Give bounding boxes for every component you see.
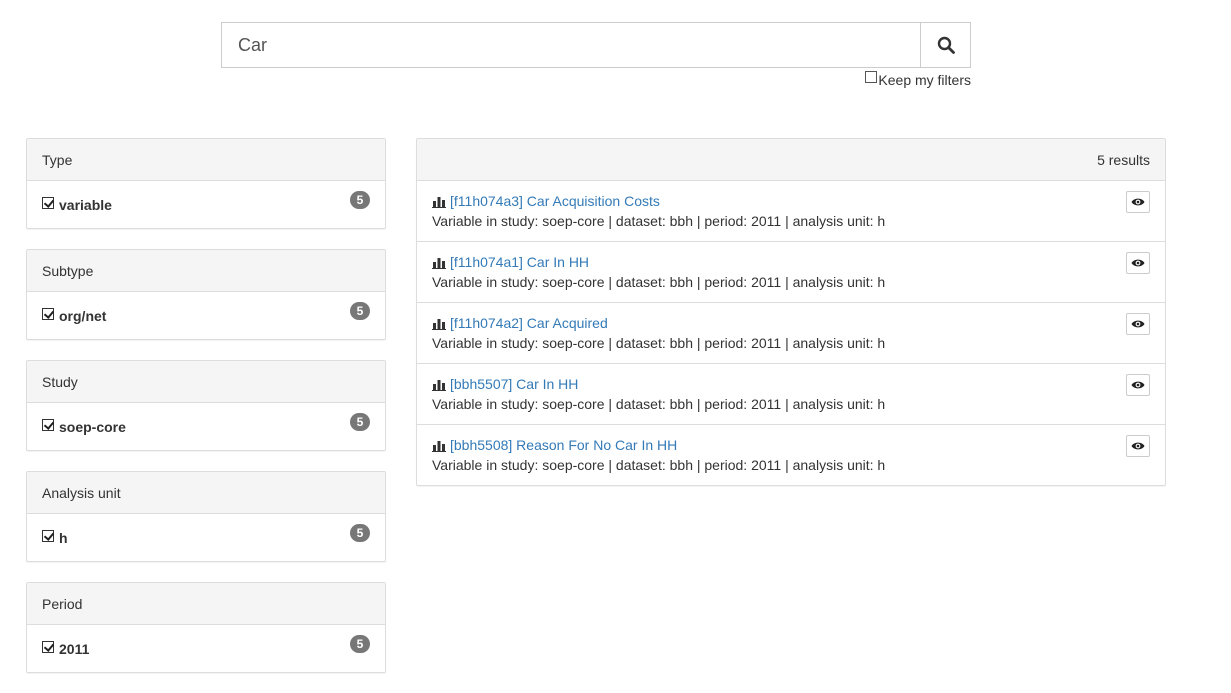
facet-heading: Study	[27, 361, 385, 403]
result-link[interactable]: [f11h074a1] Car In HH	[450, 254, 589, 270]
result-title: [f11h074a1] Car In HH	[432, 252, 1150, 272]
result-item: [bbh5507] Car In HH Variable in study: s…	[417, 364, 1165, 425]
bar-chart-icon	[432, 258, 446, 269]
search-input[interactable]	[221, 22, 920, 68]
result-title: [f11h074a2] Car Acquired	[432, 313, 1150, 333]
count-badge: 5	[350, 191, 370, 209]
result-item: [f11h074a3] Car Acquisition Costs Variab…	[417, 181, 1165, 242]
preview-button[interactable]	[1126, 374, 1150, 396]
eye-icon	[1131, 320, 1145, 328]
result-link[interactable]: [f11h074a3] Car Acquisition Costs	[450, 193, 660, 209]
facet-option[interactable]: variable 5	[27, 181, 385, 228]
count-badge: 5	[350, 524, 370, 542]
facet-heading: Period	[27, 583, 385, 625]
eye-icon	[1131, 381, 1145, 389]
facet-option[interactable]: org/net 5	[27, 292, 385, 339]
facet-option-label: 2011	[59, 640, 90, 657]
facet-heading: Analysis unit	[27, 472, 385, 514]
search-button[interactable]	[920, 22, 971, 68]
count-badge: 5	[350, 302, 370, 320]
result-description: Variable in study: soep-core | dataset: …	[432, 396, 886, 412]
bar-chart-icon	[432, 319, 446, 330]
preview-button[interactable]	[1126, 252, 1150, 274]
facet-option-label: soep-core	[59, 418, 126, 435]
facet-option-label: org/net	[59, 307, 107, 324]
facet-option[interactable]: soep-core 5	[27, 403, 385, 450]
preview-button[interactable]	[1126, 435, 1150, 457]
facet-panel-type: Type variable 5	[26, 138, 386, 229]
results-count: 5 results	[417, 139, 1165, 181]
count-badge: 5	[350, 635, 370, 653]
result-item: [bbh5508] Reason For No Car In HH Variab…	[417, 425, 1165, 485]
search-icon	[937, 36, 955, 54]
search-bar	[221, 22, 971, 68]
result-description: Variable in study: soep-core | dataset: …	[432, 457, 886, 473]
facet-panel-analysis-unit: Analysis unit h 5	[26, 471, 386, 562]
bar-chart-icon	[432, 380, 446, 391]
facet-checkbox[interactable]	[42, 529, 54, 542]
keep-filters-toggle[interactable]: Keep my filters	[865, 71, 971, 88]
preview-button[interactable]	[1126, 313, 1150, 335]
eye-icon	[1131, 259, 1145, 267]
facet-panel-study: Study soep-core 5	[26, 360, 386, 451]
facet-panel-subtype: Subtype org/net 5	[26, 249, 386, 340]
bar-chart-icon	[432, 197, 446, 208]
result-title: [bbh5508] Reason For No Car In HH	[432, 435, 1150, 455]
result-link[interactable]: [f11h074a2] Car Acquired	[450, 315, 608, 331]
eye-icon	[1131, 198, 1145, 206]
count-badge: 5	[350, 413, 370, 431]
facet-checkbox[interactable]	[42, 196, 54, 209]
facet-option[interactable]: 2011 5	[27, 625, 385, 672]
result-link[interactable]: [bbh5507] Car In HH	[450, 376, 578, 392]
result-link[interactable]: [bbh5508] Reason For No Car In HH	[450, 437, 677, 453]
facet-heading: Subtype	[27, 250, 385, 292]
search-area: Keep my filters	[221, 22, 971, 88]
facet-option-label: variable	[59, 196, 112, 213]
keep-filters-label: Keep my filters	[878, 72, 971, 88]
facet-checkbox[interactable]	[42, 418, 54, 431]
facet-sidebar: Type variable 5 Subtype org/net 5 Study …	[26, 138, 386, 693]
eye-icon	[1131, 442, 1145, 450]
result-description: Variable in study: soep-core | dataset: …	[432, 335, 886, 351]
bar-chart-icon	[432, 441, 446, 452]
facet-option-label: h	[59, 529, 68, 546]
result-title: [bbh5507] Car In HH	[432, 374, 1150, 394]
result-description: Variable in study: soep-core | dataset: …	[432, 213, 886, 229]
result-item: [f11h074a2] Car Acquired Variable in stu…	[417, 303, 1165, 364]
results-panel: 5 results [f11h074a3] Car Acquisition Co…	[416, 138, 1166, 486]
facet-panel-period: Period 2011 5	[26, 582, 386, 673]
result-title: [f11h074a3] Car Acquisition Costs	[432, 191, 1150, 211]
facet-option[interactable]: h 5	[27, 514, 385, 561]
facet-checkbox[interactable]	[42, 307, 54, 320]
facet-heading: Type	[27, 139, 385, 181]
keep-filters-checkbox[interactable]	[865, 71, 878, 83]
result-description: Variable in study: soep-core | dataset: …	[432, 274, 886, 290]
result-item: [f11h074a1] Car In HH Variable in study:…	[417, 242, 1165, 303]
facet-checkbox[interactable]	[42, 640, 54, 653]
preview-button[interactable]	[1126, 191, 1150, 213]
